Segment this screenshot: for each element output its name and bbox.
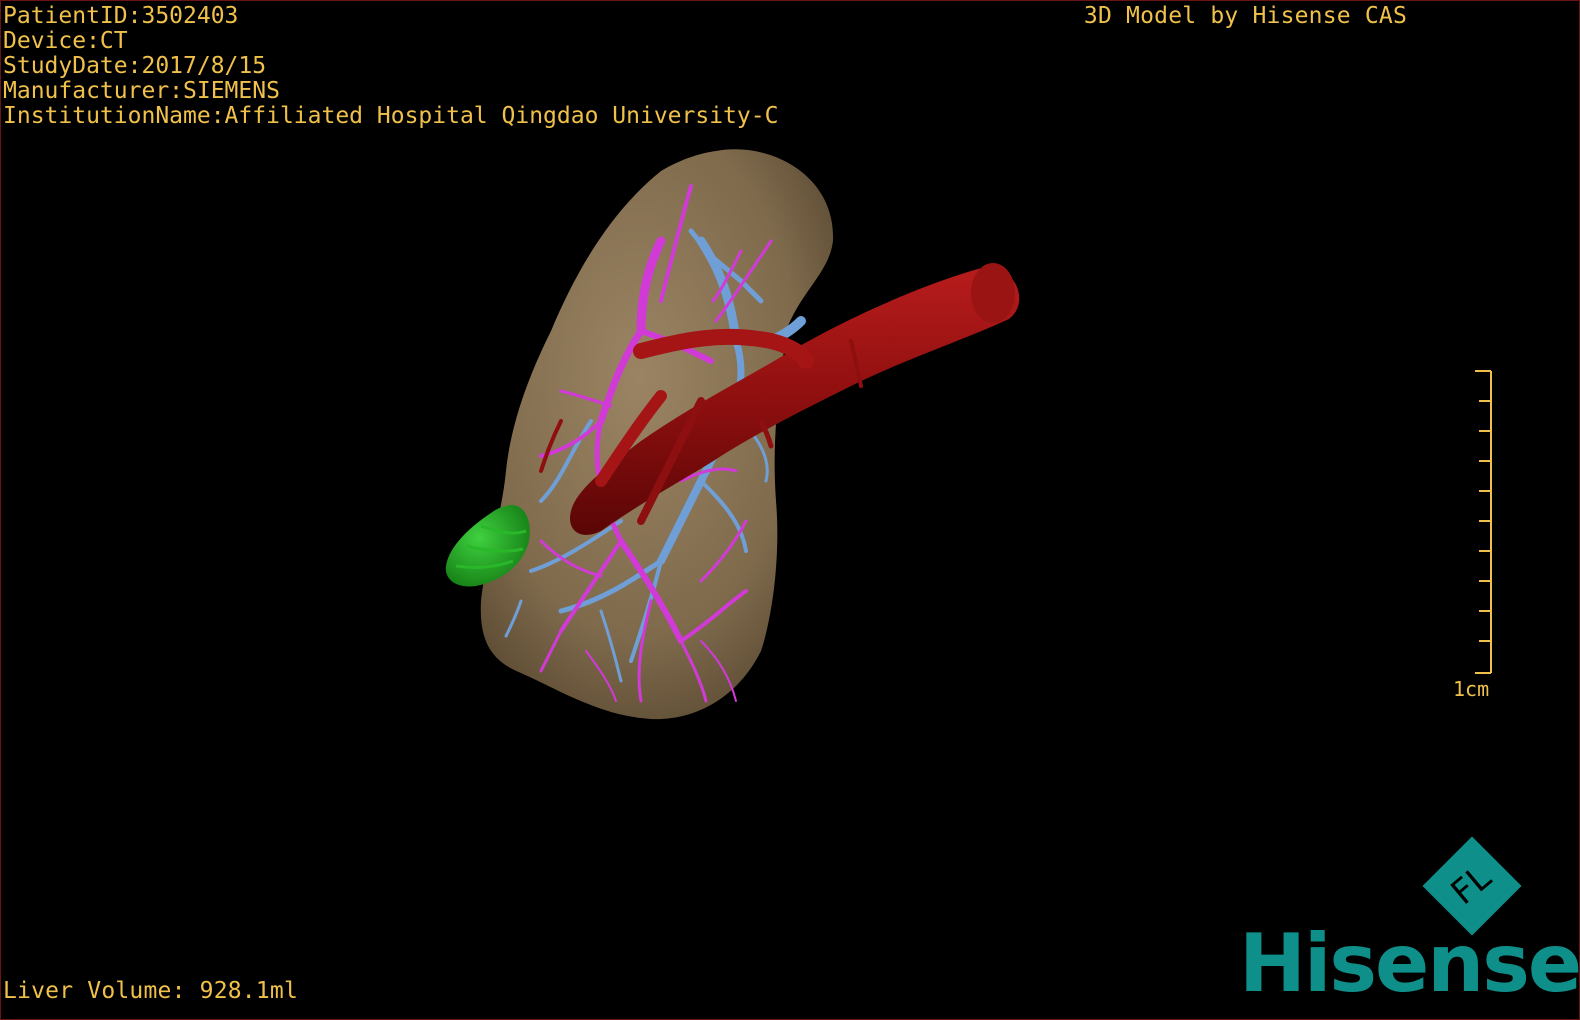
liver-volume-text: Liver Volume: 928.1ml <box>3 978 298 1004</box>
hisense-logo-wordmark: Hisense <box>1239 917 1580 1010</box>
liver-3d-model[interactable] <box>1 1 1580 1020</box>
scale-bar <box>1475 370 1492 674</box>
scale-label: 1cm <box>1453 677 1490 701</box>
render-viewport[interactable]: PatientID:3502403 Device:CT StudyDate:20… <box>0 0 1580 1020</box>
